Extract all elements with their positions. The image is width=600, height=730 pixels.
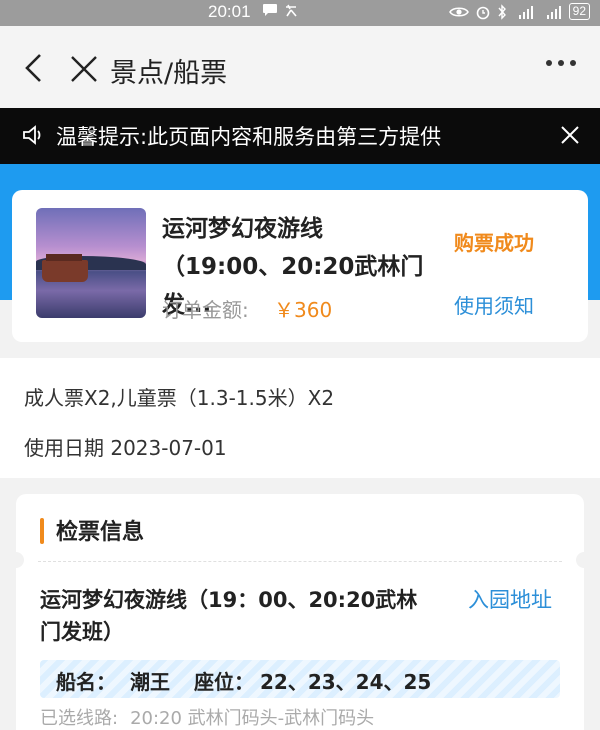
selected-route-value: 20:20 武林门码头-武林门码头: [130, 708, 375, 729]
seat-value: 22、23、24、25: [260, 670, 432, 694]
page-title: 景点/船票: [110, 58, 228, 89]
ticket-notch-left: [8, 552, 24, 568]
product-thumbnail: [36, 208, 146, 318]
boat-name-label: 船名：: [56, 670, 116, 694]
signal-4g-icon: [518, 5, 533, 19]
purchase-status: 购票成功: [454, 231, 534, 255]
selected-route: 已选线路: 20:20 武林门码头-武林门码头: [40, 704, 374, 730]
order-amount-label: 订单金额:: [162, 298, 249, 322]
usage-date-value: 2023-07-01: [110, 436, 227, 460]
ticket-check-card: 检票信息 运河梦幻夜游线（19：00、20:20武林门发班） 入园地址 船名： …: [8, 494, 592, 730]
alarm-icon: [476, 6, 489, 19]
selected-route-label: 已选线路:: [40, 708, 119, 729]
notice-text: 温馨提示:此页面内容和服务由第三方提供: [56, 125, 442, 149]
system-icons: 92: [448, 3, 590, 20]
order-card[interactable]: 运河梦幻夜游线（19:00、20:20武林门发... 订单金额: ￥360 购票…: [12, 190, 588, 342]
third-party-notice: 温馨提示:此页面内容和服务由第三方提供: [0, 108, 600, 164]
notification-icons: [262, 3, 298, 17]
back-arrow-icon[interactable]: [22, 53, 44, 83]
status-bar: 20:01 92: [0, 0, 600, 26]
entry-address-link[interactable]: 入园地址: [468, 584, 552, 614]
usage-date: 使用日期 2023-07-01: [24, 432, 227, 461]
signal-5g-icon: [546, 5, 561, 19]
ticket-info-section: 成人票X2,儿童票（1.3-1.5米）X2 使用日期 2023-07-01: [0, 358, 600, 478]
nav-bar: 景点/船票: [0, 26, 600, 108]
order-amount-value: ￥360: [274, 298, 333, 322]
close-icon[interactable]: [70, 55, 98, 83]
bluetooth-icon: [498, 3, 506, 20]
status-time: 20:01: [208, 2, 251, 21]
close-notice-icon[interactable]: [560, 125, 580, 145]
section-accent-bar: [40, 518, 44, 544]
section-title: 检票信息: [56, 520, 145, 545]
message-icon: [263, 4, 277, 16]
battery-indicator: 92: [568, 3, 590, 20]
boat-seat-info: 船名： 潮王 座位： 22、23、24、25: [40, 660, 560, 698]
usage-date-label: 使用日期: [24, 436, 104, 460]
boat-name-value: 潮王: [130, 670, 170, 694]
route-name: 运河梦幻夜游线（19：00、20:20武林门发班）: [40, 588, 418, 644]
seat-label: 座位：: [194, 670, 254, 694]
ticket-notch-right: [576, 552, 592, 568]
eye-icon: [448, 6, 469, 17]
more-options-icon[interactable]: [546, 60, 576, 66]
ticket-types: 成人票X2,儿童票（1.3-1.5米）X2: [24, 386, 335, 410]
app-notification-icon: [286, 4, 297, 17]
usage-notes-link[interactable]: 使用须知: [454, 290, 534, 319]
divider: [38, 561, 562, 562]
speaker-icon: [23, 125, 41, 145]
